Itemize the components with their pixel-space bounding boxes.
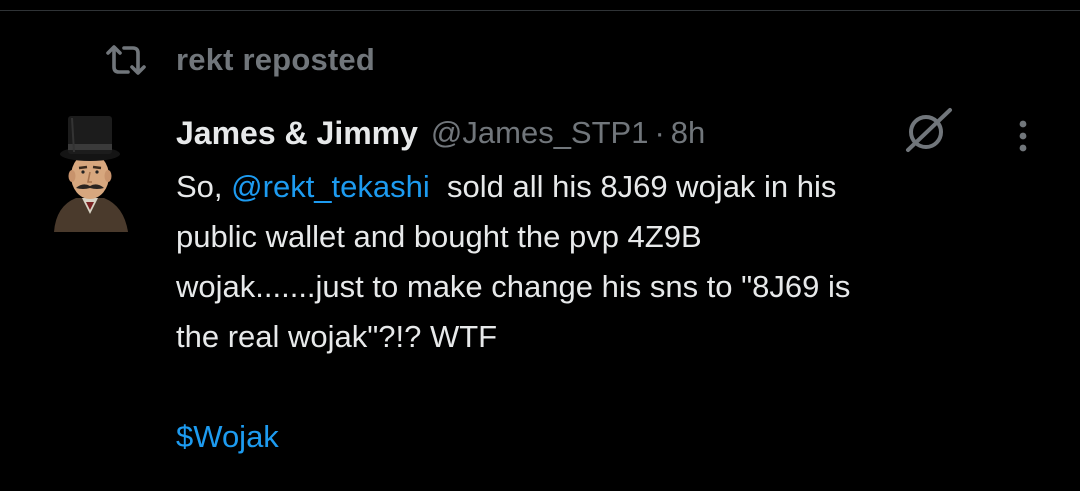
repost-icon (104, 43, 148, 77)
author-display-name[interactable]: James & Jimmy (176, 115, 418, 152)
author-handle[interactable]: @James_STP1 (431, 115, 649, 151)
separator-dot: · (654, 115, 665, 150)
grok-icon[interactable] (902, 104, 954, 156)
tweet-line-1: So, @rekt_tekashi sold all his 8J69 woja… (176, 162, 1036, 212)
more-options-icon[interactable] (1008, 116, 1038, 156)
tweet-timestamp[interactable]: 8h (671, 115, 705, 151)
top-divider (0, 10, 1080, 11)
tweet-text: So, @rekt_tekashi sold all his 8J69 woja… (176, 162, 1036, 462)
mention-link[interactable]: @rekt_tekashi (231, 169, 430, 204)
repost-label: rekt reposted (176, 42, 375, 77)
tweet-line-2: public wallet and bought the pvp 4Z9B (176, 219, 702, 254)
repost-context[interactable]: rekt reposted (104, 40, 375, 80)
cashtag-link[interactable]: $Wojak (176, 419, 279, 454)
tweet-line-4: the real wojak"?!? WTF (176, 319, 498, 354)
tweet-line-3: wojak.......just to make change his sns … (176, 269, 851, 304)
tweet-header: James & Jimmy @James_STP1 · 8h (176, 110, 705, 156)
avatar[interactable] (48, 110, 132, 232)
tweet-text-segment: So, (176, 169, 232, 204)
tweet-text-segment: sold all his 8J69 wojak in his (429, 169, 837, 204)
